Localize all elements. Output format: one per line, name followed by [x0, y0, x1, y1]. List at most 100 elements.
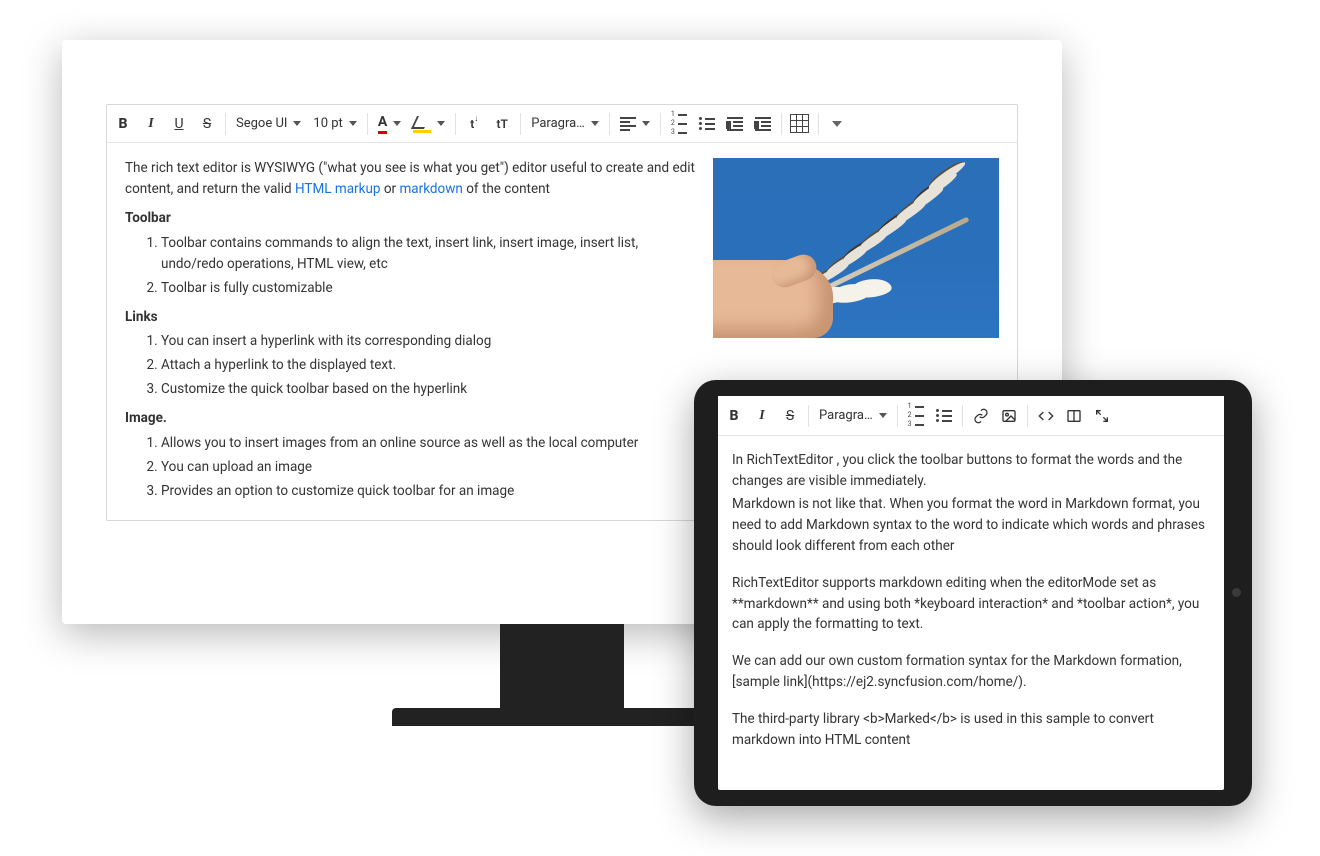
toolbar-separator: [1027, 405, 1028, 427]
monitor-stand-base: [392, 708, 732, 726]
heading-links: Links: [125, 307, 695, 328]
toolbar-separator: [367, 113, 368, 135]
ordered-list-icon: 1 2 3: [908, 403, 924, 428]
indent-button[interactable]: [749, 110, 777, 138]
font-family-label: Segoe UI: [236, 116, 287, 131]
toolbar-separator: [962, 405, 963, 427]
strikethrough-button[interactable]: S: [776, 402, 804, 430]
paragraph-format-dropdown[interactable]: Paragra…: [813, 402, 893, 430]
fullscreen-button[interactable]: [1088, 402, 1116, 430]
strikethrough-button[interactable]: S: [193, 110, 221, 138]
toolbar-overflow-button[interactable]: [823, 110, 851, 138]
unordered-list-icon: [936, 409, 952, 422]
indent-icon: [755, 117, 771, 131]
caret-down-icon: [349, 121, 357, 126]
unordered-list-button[interactable]: [693, 110, 721, 138]
alignment-dropdown[interactable]: [614, 110, 656, 138]
list-item: You can upload an image: [161, 457, 695, 478]
code-icon: [1038, 408, 1054, 424]
caret-down-icon: [879, 413, 887, 418]
font-color-dropdown[interactable]: A: [372, 110, 407, 138]
intro-text: of the content: [463, 181, 550, 197]
toolbar-separator: [225, 113, 226, 135]
list-item: Customize the quick toolbar based on the…: [161, 379, 695, 400]
split-view-icon: [1066, 408, 1082, 424]
paragraph: In RichTextEditor , you click the toolba…: [732, 450, 1210, 492]
list-item: You can insert a hyperlink with its corr…: [161, 331, 695, 352]
bold-button[interactable]: B: [720, 402, 748, 430]
links-list: You can insert a hyperlink with its corr…: [125, 331, 695, 400]
paragraph: RichTextEditor supports markdown editing…: [732, 573, 1210, 636]
caret-down-icon: [393, 121, 401, 126]
tablet-device: B I S Paragra… 1 2 3: [694, 380, 1252, 806]
toolbar-separator: [609, 113, 610, 135]
align-left-icon: [620, 117, 636, 131]
bold-button[interactable]: B: [109, 110, 137, 138]
embedded-feather-image[interactable]: [713, 158, 999, 338]
uppercase-button[interactable]: tT: [488, 110, 516, 138]
toolbar-separator: [808, 405, 809, 427]
list-item: Toolbar is fully customizable: [161, 278, 695, 299]
insert-link-button[interactable]: [967, 402, 995, 430]
intro-text: or: [380, 181, 399, 197]
outdent-icon: [727, 117, 743, 131]
list-item: Allows you to insert images from an onli…: [161, 433, 695, 454]
toolbar-list: Toolbar contains commands to align the t…: [125, 233, 695, 299]
caret-down-icon: [642, 121, 650, 126]
paragraph: Markdown is not like that. When you form…: [732, 494, 1210, 557]
chevron-down-icon: [832, 121, 842, 127]
font-family-dropdown[interactable]: Segoe UI: [230, 110, 307, 138]
heading-toolbar: Toolbar: [125, 208, 695, 229]
tablet-toolbar: B I S Paragra… 1 2 3: [718, 396, 1224, 436]
paragraph-format-dropdown[interactable]: Paragra…: [525, 110, 605, 138]
underline-button[interactable]: U: [165, 110, 193, 138]
split-view-button[interactable]: [1060, 402, 1088, 430]
ordered-list-button[interactable]: 1 2 3: [902, 402, 930, 430]
font-color-icon: A: [378, 114, 387, 133]
image-list: Allows you to insert images from an onli…: [125, 433, 695, 502]
italic-button[interactable]: I: [748, 402, 776, 430]
toolbar-separator: [455, 113, 456, 135]
html-markup-link[interactable]: HTML markup: [295, 181, 381, 197]
highlight-icon: [413, 117, 431, 131]
toolbar-separator: [660, 113, 661, 135]
editor-text-body: The rich text editor is WYSIWYG ("what y…: [125, 158, 695, 505]
font-size-label: 10 pt: [313, 116, 342, 131]
list-item: Provides an option to customize quick to…: [161, 481, 695, 502]
toolbar-separator: [520, 113, 521, 135]
paragraph-label: Paragra…: [819, 408, 873, 423]
caret-down-icon: [437, 121, 445, 126]
desktop-toolbar: B I U S Segoe UI 10 pt A: [107, 105, 1017, 143]
heading-image: Image.: [125, 408, 695, 429]
italic-button[interactable]: I: [137, 110, 165, 138]
unordered-list-icon: [699, 117, 715, 130]
image-icon: [1001, 408, 1017, 424]
insert-image-button[interactable]: [995, 402, 1023, 430]
list-item: Toolbar contains commands to align the t…: [161, 233, 695, 275]
tablet-content-area[interactable]: In RichTextEditor , you click the toolba…: [718, 436, 1224, 759]
list-item: Attach a hyperlink to the displayed text…: [161, 355, 695, 376]
caret-down-icon: [591, 121, 599, 126]
outdent-button[interactable]: [721, 110, 749, 138]
markdown-link[interactable]: markdown: [399, 181, 462, 197]
paragraph: We can add our own custom formation synt…: [732, 651, 1210, 693]
toolbar-separator: [818, 113, 819, 135]
table-icon: [790, 114, 809, 133]
lowercase-button[interactable]: t↓: [460, 110, 488, 138]
insert-table-button[interactable]: [786, 110, 814, 138]
link-icon: [973, 408, 989, 424]
caret-down-icon: [293, 121, 301, 126]
unordered-list-button[interactable]: [930, 402, 958, 430]
ordered-list-button[interactable]: 1 2 3: [665, 110, 693, 138]
expand-icon: [1094, 408, 1110, 424]
ordered-list-icon: 1 2 3: [671, 111, 687, 136]
toolbar-separator: [781, 113, 782, 135]
highlight-color-dropdown[interactable]: [407, 110, 451, 138]
toolbar-separator: [897, 405, 898, 427]
tablet-screen: B I S Paragra… 1 2 3: [718, 396, 1224, 790]
monitor-stand-neck: [500, 624, 624, 708]
code-view-button[interactable]: [1032, 402, 1060, 430]
font-size-dropdown[interactable]: 10 pt: [307, 110, 362, 138]
paragraph-label: Paragra…: [531, 116, 585, 131]
paragraph: The third-party library <b>Marked</b> is…: [732, 709, 1210, 751]
